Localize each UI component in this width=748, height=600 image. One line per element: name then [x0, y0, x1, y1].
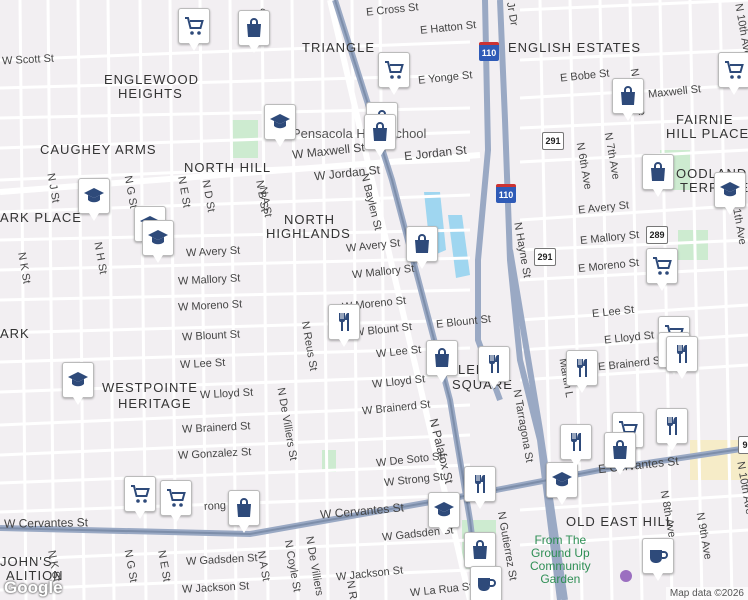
shop-marker-10[interactable] [464, 532, 496, 575]
fork-icon [670, 342, 694, 366]
map-attribution: Map data ©2026 [665, 587, 748, 600]
restaurant-marker-7[interactable] [464, 466, 496, 509]
shop-marker-5[interactable] [612, 78, 644, 121]
school-marker-1[interactable] [264, 104, 296, 147]
fork-icon [468, 472, 492, 496]
label-fairnie-hill-place: HILL PLACE [666, 126, 748, 141]
school-marker-5[interactable] [62, 362, 94, 405]
school-marker-8[interactable] [714, 172, 746, 215]
grocery-marker-1[interactable] [178, 8, 210, 51]
bag-icon [608, 438, 632, 462]
cart-icon [128, 482, 152, 506]
restaurant-marker-2[interactable] [478, 346, 510, 389]
grocery-marker-2[interactable] [378, 52, 410, 95]
cup-icon [646, 544, 670, 568]
restaurant-marker-1[interactable] [328, 304, 360, 347]
interstate-110-shield-north: 110 [479, 42, 499, 61]
school-icon [82, 184, 106, 208]
route-289-shield: 289 [646, 226, 668, 244]
fork-icon [564, 430, 588, 454]
grocery-marker-7[interactable] [718, 52, 748, 95]
poi-community-garden[interactable]: From The Ground Up Community Garden [530, 534, 591, 586]
school-icon [146, 226, 170, 250]
restaurant-marker-5[interactable] [560, 424, 592, 467]
street-w-lee-west: W Lee St [179, 356, 226, 372]
poi-pensacola-high-school[interactable]: Pensacola High School [292, 126, 426, 141]
label-triangle: TRIANGLE [302, 40, 376, 55]
school-icon [66, 368, 90, 392]
cart-icon [182, 14, 206, 38]
school-marker-4[interactable] [142, 220, 174, 263]
grocery-marker-3[interactable] [124, 476, 156, 519]
google-logo: Google [4, 578, 63, 597]
bag-icon [232, 496, 256, 520]
cart-icon [164, 486, 188, 510]
restaurant-marker-6[interactable] [656, 408, 688, 451]
bag-icon [410, 232, 434, 256]
grocery-marker-5[interactable] [646, 248, 678, 291]
route-291-shield-north: 291 [542, 132, 564, 150]
museum-icon[interactable] [620, 570, 632, 582]
route-9-shield: 9 [738, 436, 748, 454]
grocery-marker-4[interactable] [160, 480, 192, 523]
cafe-marker-2[interactable] [642, 538, 674, 581]
bag-icon [468, 538, 492, 562]
fork-icon [332, 310, 356, 334]
bag-icon [430, 346, 454, 370]
route-291-shield-south: 291 [534, 248, 556, 266]
cart-icon [382, 58, 406, 82]
school-icon [550, 468, 574, 492]
fork-icon [570, 356, 594, 380]
school-marker-2[interactable] [78, 178, 110, 221]
label-north: NORTH [284, 212, 335, 227]
bag-icon [242, 16, 266, 40]
label-englewood: ENGLEWOOD [104, 72, 199, 87]
school-icon [432, 498, 456, 522]
label-north-hill: NORTH HILL [184, 160, 272, 175]
bag-icon [368, 120, 392, 144]
school-marker-6[interactable] [428, 492, 460, 535]
label-westpointe: WESTPOINTE [102, 380, 198, 395]
restaurant-marker-8[interactable] [666, 336, 698, 379]
label-north-highlands: HIGHLANDS [266, 226, 351, 241]
garden-line-4: Garden [540, 572, 581, 586]
school-icon [268, 110, 292, 134]
cart-icon [650, 254, 674, 278]
map-canvas[interactable]: TRIANGLE ENGLISH ESTATES ENGLEWOOD HEIGH… [0, 0, 748, 600]
shop-marker-4[interactable] [406, 226, 438, 269]
label-fairnie: FAIRNIE [676, 112, 734, 127]
shop-marker-6[interactable] [642, 154, 674, 197]
shop-marker-1[interactable] [238, 10, 270, 53]
shop-marker-8[interactable] [228, 490, 260, 533]
shop-marker-9[interactable] [604, 432, 636, 475]
label-ark: ARK [0, 326, 30, 341]
cart-icon [722, 58, 746, 82]
label-park-place: ARK PLACE [0, 210, 82, 225]
cup-icon [474, 572, 498, 596]
label-westpointe-heritage: HERITAGE [118, 396, 192, 411]
bag-icon [616, 84, 640, 108]
label-caughey-arms: CAUGHEY ARMS [40, 142, 157, 157]
label-old-east-hill: OLD EAST HILL [566, 514, 675, 529]
interstate-110-shield-south: 110 [496, 184, 516, 203]
fork-icon [482, 352, 506, 376]
label-englewood-heights: HEIGHTS [118, 86, 183, 101]
label-english-estates: ENGLISH ESTATES [508, 40, 641, 55]
shop-marker-3[interactable] [364, 114, 396, 157]
school-icon [718, 178, 742, 202]
cafe-marker-1[interactable] [470, 566, 502, 600]
shop-marker-7[interactable] [426, 340, 458, 383]
label-johns: JOHN'S [0, 554, 53, 569]
bag-icon [646, 160, 670, 184]
fork-icon [660, 414, 684, 438]
school-marker-7[interactable] [546, 462, 578, 505]
street-w-cervantes-west: W Cervantes St [3, 515, 89, 531]
restaurant-marker-3[interactable] [566, 350, 598, 393]
